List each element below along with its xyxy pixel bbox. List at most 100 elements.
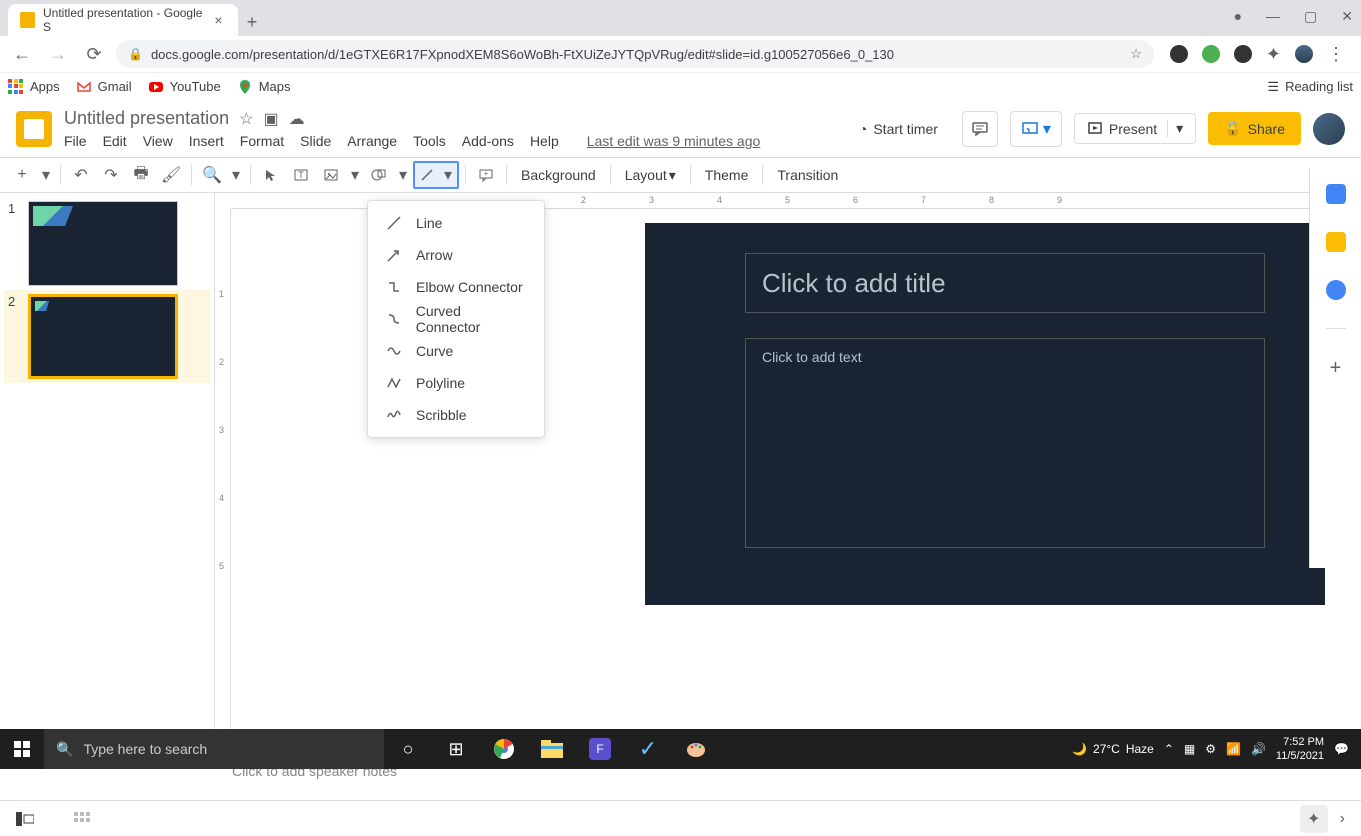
slides-logo[interactable] (16, 111, 52, 147)
menu-file[interactable]: File (64, 133, 87, 149)
close-window-icon[interactable]: ✕ (1341, 8, 1353, 25)
line-menu-polyline[interactable]: Polyline (368, 367, 544, 399)
chrome-taskbar-icon[interactable] (480, 729, 528, 769)
line-dropdown-caret[interactable]: ▾ (439, 163, 457, 187)
weather-widget[interactable]: 🌙 27°C Haze (1072, 742, 1154, 756)
apps-bookmark[interactable]: Apps (8, 79, 60, 95)
layout-button[interactable]: Layout ▾ (617, 161, 684, 189)
reading-list-button[interactable]: ☰ Reading list (1267, 79, 1353, 95)
slide-canvas[interactable]: Click to add title Click to add text (645, 223, 1325, 605)
explorer-taskbar-icon[interactable] (528, 729, 576, 769)
tray-icon[interactable]: ⚙ (1205, 742, 1216, 756)
line-menu-scribble[interactable]: Scribble (368, 399, 544, 431)
image-tool[interactable] (317, 161, 345, 189)
address-bar[interactable]: 🔒 docs.google.com/presentation/d/1eGTXE6… (116, 40, 1154, 68)
account-icon[interactable]: ● (1234, 8, 1242, 25)
forward-button[interactable]: → (44, 40, 72, 68)
present-button[interactable]: Present ▾ (1074, 113, 1196, 144)
minimize-icon[interactable]: — (1266, 8, 1280, 25)
undo-button[interactable]: ↶ (67, 161, 95, 189)
new-slide-button[interactable]: + (8, 161, 36, 189)
menu-arrange[interactable]: Arrange (347, 133, 397, 149)
background-button[interactable]: Background (513, 161, 604, 189)
last-edit-link[interactable]: Last edit was 9 minutes ago (587, 133, 761, 149)
back-button[interactable]: ← (8, 40, 36, 68)
chevron-right-icon[interactable]: › (1340, 810, 1345, 828)
reload-button[interactable]: ⟳ (80, 40, 108, 68)
ext-icon-1[interactable] (1170, 45, 1188, 63)
tray-icon[interactable]: ▦ (1184, 742, 1195, 756)
calendar-icon[interactable] (1326, 184, 1346, 204)
slide-text-placeholder[interactable]: Click to add text (745, 338, 1265, 548)
new-tab-button[interactable]: + (238, 8, 266, 36)
start-timer-button[interactable]: ◔ Start timer (847, 115, 950, 143)
slide-thumb-1[interactable]: 1 (8, 201, 206, 286)
menu-edit[interactable]: Edit (103, 133, 127, 149)
select-tool[interactable] (257, 161, 285, 189)
line-tool[interactable] (415, 163, 439, 187)
browser-tab[interactable]: Untitled presentation - Google S × (8, 4, 238, 36)
share-button[interactable]: 🔒 Share (1208, 112, 1301, 145)
wifi-icon[interactable]: 📶 (1226, 742, 1241, 756)
document-title[interactable]: Untitled presentation (64, 108, 229, 129)
tray-chevron-icon[interactable]: ⌃ (1164, 742, 1174, 756)
zoom-button[interactable]: 🔍 (198, 161, 226, 189)
line-menu-line[interactable]: Line (368, 207, 544, 239)
cortana-icon[interactable]: ○ (384, 729, 432, 769)
comments-button[interactable] (962, 111, 998, 147)
textbox-tool[interactable]: T (287, 161, 315, 189)
gmail-bookmark[interactable]: Gmail (76, 79, 132, 95)
star-icon[interactable]: ☆ (239, 109, 253, 129)
menu-slide[interactable]: Slide (300, 133, 331, 149)
account-avatar[interactable] (1313, 113, 1345, 145)
chrome-menu-icon[interactable]: ⋮ (1327, 44, 1345, 65)
transition-button[interactable]: Transition (769, 161, 846, 189)
cloud-icon[interactable]: ☁ (289, 109, 305, 129)
close-tab-icon[interactable]: × (211, 12, 226, 28)
star-icon[interactable]: ☆ (1130, 46, 1142, 62)
add-panel-icon[interactable]: + (1330, 357, 1342, 380)
tasks-icon[interactable] (1326, 280, 1346, 300)
line-menu-curve[interactable]: Curve (368, 335, 544, 367)
youtube-bookmark[interactable]: YouTube (148, 79, 221, 95)
start-button[interactable] (0, 729, 44, 769)
keep-icon[interactable] (1326, 232, 1346, 252)
ext-icon-3[interactable] (1234, 45, 1252, 63)
app-taskbar-icon-1[interactable]: F (576, 729, 624, 769)
maps-bookmark[interactable]: Maps (237, 79, 291, 95)
taskbar-search[interactable]: 🔍 Type here to search (44, 729, 384, 769)
line-menu-arrow[interactable]: Arrow (368, 239, 544, 271)
grid-view-button[interactable] (74, 812, 90, 826)
print-button[interactable]: 🖶 (127, 161, 155, 189)
ext-icon-2[interactable] (1202, 45, 1220, 63)
move-icon[interactable]: ▣ (263, 109, 278, 129)
maximize-icon[interactable]: ▢ (1304, 8, 1317, 25)
task-view-icon[interactable]: ⊞ (432, 729, 480, 769)
explore-button[interactable]: ✦ (1300, 805, 1328, 833)
line-menu-elbow[interactable]: Elbow Connector (368, 271, 544, 303)
shape-tool[interactable] (365, 161, 393, 189)
menu-addons[interactable]: Add-ons (462, 133, 514, 149)
extensions-icon[interactable]: ✦ (1266, 44, 1281, 65)
filmstrip-view-button[interactable] (16, 812, 34, 826)
menu-insert[interactable]: Insert (189, 133, 224, 149)
slide-title-placeholder[interactable]: Click to add title (745, 253, 1265, 313)
slideshow-dropdown[interactable]: ▾ (1010, 111, 1062, 147)
menu-help[interactable]: Help (530, 133, 559, 149)
dropdown-caret-icon[interactable]: ▾ (1167, 120, 1183, 137)
menu-format[interactable]: Format (240, 133, 284, 149)
zoom-dropdown[interactable]: ▾ (228, 161, 244, 189)
shape-dropdown[interactable]: ▾ (395, 161, 411, 189)
menu-view[interactable]: View (143, 133, 173, 149)
line-tool-split-button[interactable]: ▾ (413, 161, 459, 189)
volume-icon[interactable]: 🔊 (1251, 742, 1266, 756)
comment-tool[interactable]: + (472, 161, 500, 189)
line-menu-curved[interactable]: Curved Connector (368, 303, 544, 335)
slide-thumb-2[interactable]: 2 (4, 290, 210, 383)
app-taskbar-icon-2[interactable]: ✓ (624, 729, 672, 769)
menu-tools[interactable]: Tools (413, 133, 446, 149)
image-dropdown[interactable]: ▾ (347, 161, 363, 189)
profile-icon[interactable] (1295, 45, 1313, 63)
notifications-icon[interactable]: 💬 (1334, 742, 1349, 756)
theme-button[interactable]: Theme (697, 161, 757, 189)
